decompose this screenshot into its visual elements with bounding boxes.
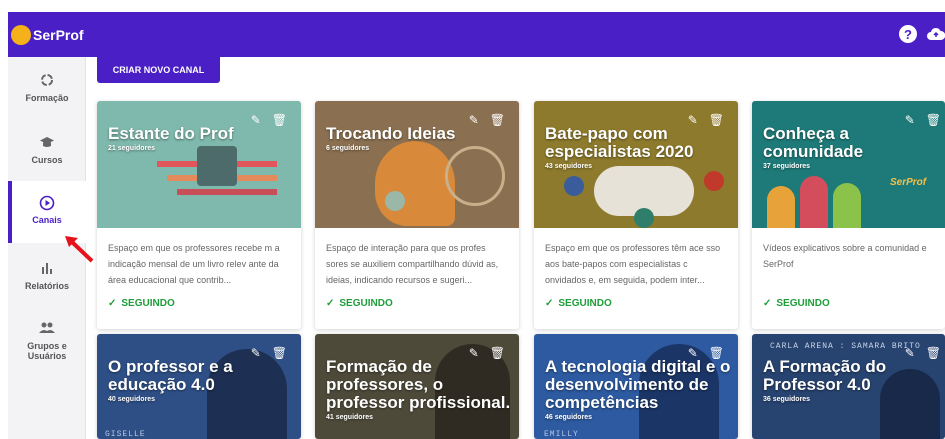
- help-icon[interactable]: ?: [899, 25, 917, 43]
- following-status[interactable]: ✓ SEGUINDO: [315, 286, 519, 329]
- card-title-text: A tecnologia digital e o desenvolvimento…: [545, 357, 731, 412]
- top-bar: SerProf ?: [8, 12, 945, 57]
- card-followers: 40 seguidores: [108, 396, 156, 403]
- card-description: Espaço de interação para que os profes s…: [326, 243, 499, 285]
- channel-card[interactable]: ✎ 🗑 Estante do Prof 21 seguidores Espaço…: [97, 101, 301, 329]
- sidebar-item-label: Formação: [25, 93, 69, 103]
- sidebar-item-label: Canais: [32, 215, 62, 225]
- cloud-upload-icon[interactable]: [927, 25, 945, 43]
- card-cover: GISELLE ✎ 🗑 O professor e a educação 4.0…: [97, 334, 301, 439]
- following-label: SEGUINDO: [776, 298, 830, 309]
- card-title: Estante do Prof 21 seguidores: [108, 125, 298, 154]
- card-description: Espaço em que os professores recebe m a …: [108, 243, 280, 285]
- check-icon: ✓: [326, 298, 335, 309]
- following-status[interactable]: ✓ SEGUINDO: [97, 286, 301, 329]
- card-followers: 43 seguidores: [545, 163, 593, 170]
- card-title-text: A Formação do Professor 4.0: [763, 357, 887, 394]
- overlay-name-text: EMILLY: [544, 430, 579, 439]
- channel-card[interactable]: ✎ 🗑 Formação de professores, o professor…: [315, 334, 519, 439]
- check-icon: ✓: [763, 298, 772, 309]
- card-cover: CARLA ARENA : SAMARA BRITO ✎ 🗑 A Formaçã…: [752, 334, 945, 439]
- card-cover: ✎ 🗑 Bate-papo com especialistas 2020 43 …: [534, 101, 738, 228]
- following-label: SEGUINDO: [121, 298, 175, 309]
- bar-chart-icon: [8, 261, 86, 281]
- card-title-text: Estante do Prof: [108, 124, 234, 143]
- check-icon: ✓: [108, 298, 117, 309]
- graduation-cap-icon: [8, 135, 86, 155]
- card-title-text: Bate-papo com especialistas 2020: [545, 124, 694, 161]
- card-followers: 41 seguidores: [326, 414, 374, 421]
- card-title-text: Conheça a comunidade: [763, 124, 864, 161]
- card-description: Vídeos explicativos sobre a comunidad e …: [763, 243, 927, 269]
- card-cover: ✎ 🗑 Estante do Prof 21 seguidores: [97, 101, 301, 228]
- following-status[interactable]: ✓ SEGUINDO: [534, 286, 738, 329]
- following-status[interactable]: ✓ SEGUINDO: [752, 286, 945, 329]
- card-followers: 21 seguidores: [108, 145, 156, 152]
- card-followers: 37 seguidores: [763, 163, 811, 170]
- sidebar-item-cursos[interactable]: Cursos: [8, 135, 86, 165]
- card-cover: SerProf ✎ 🗑 Conheça a comunidade 37 segu…: [752, 101, 945, 228]
- card-cover: ✎ 🗑 Trocando Ideias 6 seguidores: [315, 101, 519, 228]
- card-followers: 46 seguidores: [545, 414, 593, 421]
- sidebar-item-grupos[interactable]: Grupos e Usuários: [8, 321, 86, 361]
- channel-card[interactable]: CARLA ARENA : SAMARA BRITO ✎ 🗑 A Formaçã…: [752, 334, 945, 439]
- card-title: O professor e a educação 4.0 40 seguidor…: [108, 358, 298, 405]
- check-icon: ✓: [545, 298, 554, 309]
- following-label: SEGUINDO: [558, 298, 612, 309]
- card-cover: EMILLY ✎ 🗑 A tecnologia digital e o dese…: [534, 334, 738, 439]
- channel-card[interactable]: GISELLE ✎ 🗑 O professor e a educação 4.0…: [97, 334, 301, 439]
- overlay-name-text: GISELLE: [105, 430, 146, 439]
- following-label: SEGUINDO: [339, 298, 393, 309]
- logo-text: SerProf: [33, 27, 84, 43]
- active-indicator: [8, 181, 12, 243]
- card-title: Trocando Ideias 6 seguidores: [326, 125, 516, 154]
- channel-card[interactable]: ✎ 🗑 Bate-papo com especialistas 2020 43 …: [534, 101, 738, 329]
- card-title: Formação de professores, o professor pro…: [326, 358, 516, 423]
- serprof-logo[interactable]: SerProf: [11, 23, 84, 47]
- card-title: Bate-papo com especialistas 2020 43 segu…: [545, 125, 735, 172]
- card-title-text: Trocando Ideias: [326, 124, 456, 143]
- card-title-text: Formação de professores, o professor pro…: [326, 357, 511, 412]
- channel-card[interactable]: SerProf ✎ 🗑 Conheça a comunidade 37 segu…: [752, 101, 945, 329]
- card-title: A Formação do Professor 4.0 36 seguidore…: [763, 358, 945, 405]
- sidebar-item-formacao[interactable]: Formação: [8, 73, 86, 103]
- play-circle-icon: [8, 195, 86, 215]
- card-followers: 6 seguidores: [326, 145, 370, 152]
- card-title: Conheça a comunidade 37 seguidores: [763, 125, 945, 172]
- logo-sun-icon: [11, 25, 31, 45]
- sidebar-item-label: Relatórios: [24, 281, 69, 291]
- red-arrow-annotation: [65, 236, 94, 263]
- loading-circle-icon: [8, 73, 86, 93]
- sidebar-item-relatorios[interactable]: Relatórios: [8, 261, 86, 291]
- card-title-text: O professor e a educação 4.0: [108, 357, 233, 394]
- card-title: A tecnologia digital e o desenvolvimento…: [545, 358, 735, 423]
- sidebar-item-label: Grupos e Usuários: [27, 341, 67, 361]
- channel-card[interactable]: ✎ 🗑 Trocando Ideias 6 seguidores Espaço …: [315, 101, 519, 329]
- people-icon: [8, 321, 86, 341]
- card-description: Espaço em que os professores têm ace sso…: [545, 243, 721, 285]
- card-cover: ✎ 🗑 Formação de professores, o professor…: [315, 334, 519, 439]
- card-followers: 36 seguidores: [763, 396, 811, 403]
- create-channel-button[interactable]: CRIAR NOVO CANAL: [97, 57, 220, 83]
- serprof-badge: SerProf: [890, 177, 927, 188]
- overlay-name-text: CARLA ARENA : SAMARA BRITO: [770, 342, 921, 351]
- sidebar-item-label: Cursos: [31, 155, 63, 165]
- channel-card[interactable]: EMILLY ✎ 🗑 A tecnologia digital e o dese…: [534, 334, 738, 439]
